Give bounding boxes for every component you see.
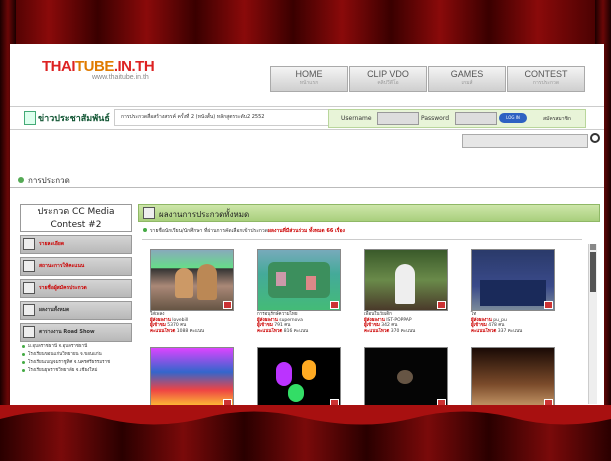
subtitle-bullet [143, 228, 147, 232]
video-thumbnail[interactable] [471, 249, 555, 311]
sidebar-item-applicants[interactable]: รายชื่อผู้สมัครประกวด [20, 279, 132, 298]
sidebar-subitem[interactable]: โรงเรียนขอนแก่นวิทยายน จ.ขอนแก่น [20, 352, 132, 358]
nav-contest[interactable]: CONTEST การประกวด [507, 66, 585, 92]
breadcrumb: การประกวด [28, 176, 70, 185]
video-thumbnail[interactable] [257, 249, 341, 311]
video-thumbnail[interactable] [150, 249, 234, 311]
video-thumbnail[interactable] [364, 347, 448, 409]
person-shape [276, 272, 286, 286]
username-input[interactable] [377, 112, 419, 125]
sidebar-subitem[interactable]: โรงเรียนเบญจมราชูทิศ จ.นครศรีธรรมราช [20, 360, 132, 366]
video-meta: การอนุรักษ์ความไทย ผู้ส่งผลงาน supernova… [257, 312, 309, 334]
video-card[interactable]: เพื่อนในวัยเด็ก ผู้ส่งผลงาน IST-POPPAP ผ… [364, 249, 448, 334]
figure-shape [288, 384, 304, 402]
video-card[interactable] [364, 347, 448, 409]
login-form: Username Password LOG IN สมัครสมาชิก [328, 109, 586, 128]
film-icon [23, 238, 35, 250]
person-shape [395, 264, 415, 304]
scrollbar-thumb[interactable] [590, 252, 596, 292]
sidebar-subitem[interactable]: โรงเรียนยุพราชวิทยาลัย จ.เชียงใหม่ [20, 368, 132, 374]
film-icon [23, 304, 35, 316]
person-shape [306, 276, 316, 290]
site-logo[interactable]: THAITUBE.IN.TH [42, 58, 155, 75]
news-label: ข่าวประชาสัมพันธ์ [38, 114, 110, 124]
video-badge [437, 301, 446, 309]
nav-games[interactable]: GAMES เกมส์ [428, 66, 506, 92]
password-input[interactable] [455, 112, 497, 125]
sidebar-item-road-show[interactable]: ตารางงาน Road Show [20, 323, 132, 342]
video-badge [330, 301, 339, 309]
search-input[interactable] [462, 134, 588, 148]
crowd-shape [480, 280, 546, 306]
news-icon [24, 111, 36, 125]
video-card[interactable]: ไท ผู้ส่งผลงาน pu_pu ผู้เข้าชม 478 คน คะ… [471, 249, 555, 334]
register-link[interactable]: สมัครสมาชิก [543, 115, 571, 123]
video-meta: ไท ผู้ส่งผลงาน pu_pu ผู้เข้าชม 478 คน คะ… [471, 312, 523, 334]
video-card[interactable]: การอนุรักษ์ความไทย ผู้ส่งผลงาน supernova… [257, 249, 341, 334]
nav-clip-vdo[interactable]: CLIP VDO คลิปวีดีโอ [349, 66, 427, 92]
video-card[interactable] [257, 347, 341, 409]
site-url: www.thaitube.in.th [92, 74, 149, 81]
film-icon [143, 207, 155, 219]
login-button[interactable]: LOG IN [499, 113, 527, 123]
video-card[interactable] [471, 347, 555, 409]
curtain-swag [0, 405, 611, 425]
sidebar-item-score-status[interactable]: สถานะการให้คะแนน [20, 257, 132, 276]
sidebar-title: ประกวด CC Media Contest #2 [20, 204, 132, 232]
figure-shape [302, 360, 316, 380]
sidebar-item-all-works[interactable]: ผลงานทั้งหมด [20, 301, 132, 320]
main-title: ผลงานการประกวดทั้งหมด [159, 210, 250, 219]
video-meta: ใส่เพลง ผู้ส่งผลงาน lovebill ผู้เข้าชม 5… [150, 312, 205, 334]
film-icon [23, 260, 35, 272]
scroll-up-arrow[interactable] [590, 244, 596, 250]
info-bar: ข่าวประชาสัมพันธ์ การประกวดสื่อสร้างสรรค… [10, 106, 604, 130]
divider [142, 239, 582, 240]
search-icon[interactable] [590, 133, 600, 143]
person-shape [197, 264, 217, 300]
password-label: Password [421, 115, 450, 122]
film-icon [23, 282, 35, 294]
main-header: ผลงานการประกวดทั้งหมด [138, 204, 600, 222]
figure-shape [276, 362, 292, 386]
divider [10, 187, 604, 188]
curtain-bottom [0, 405, 611, 461]
film-icon [23, 326, 35, 338]
sidebar: ประกวด CC Media Contest #2 รายละเอียด สถ… [20, 204, 132, 409]
sidebar-subitem[interactable]: ม.อุบลราชธานี จ.อุบลราชธานี [20, 344, 132, 350]
website-screenshot: THAITUBE.IN.TH www.thaitube.in.th HOME หน… [10, 44, 604, 409]
video-card[interactable]: ใส่เพลง ผู้ส่งผลงาน lovebill ผู้เข้าชม 5… [150, 249, 234, 334]
video-thumbnail[interactable] [257, 347, 341, 409]
breadcrumb-bullet [18, 177, 24, 183]
curtain-top [0, 0, 611, 44]
figure-shape [397, 370, 413, 384]
username-label: Username [341, 115, 372, 122]
video-card[interactable] [150, 347, 234, 409]
video-thumbnail[interactable] [364, 249, 448, 311]
sidebar-item-details[interactable]: รายละเอียด [20, 235, 132, 254]
news-ticker[interactable]: การประกวดสื่อสร้างสรรค์ ครั้งที่ 2 (หนัง… [114, 109, 332, 126]
video-badge [223, 301, 232, 309]
video-thumbnail[interactable] [471, 347, 555, 409]
scrollbar[interactable] [588, 244, 597, 404]
video-thumbnail[interactable] [150, 347, 234, 409]
nav-home[interactable]: HOME หน้าแรก [270, 66, 348, 92]
person-shape [175, 268, 193, 298]
video-meta: เพื่อนในวัยเด็ก ผู้ส่งผลงาน IST-POPPAP ผ… [364, 312, 416, 334]
site-header: THAITUBE.IN.TH www.thaitube.in.th HOME หน… [10, 44, 604, 96]
video-badge [544, 301, 553, 309]
main-subtitle: รายชื่อนักเรียน/นักศึกษา ที่ผ่านการคัดเล… [150, 228, 345, 234]
